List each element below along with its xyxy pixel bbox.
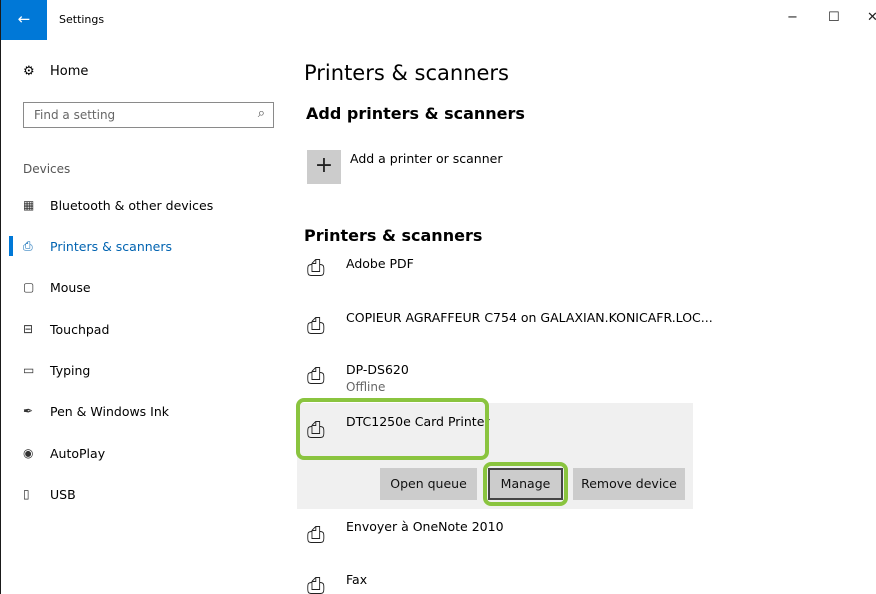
sidebar-item-autoplay[interactable]: ◉ AutoPlay bbox=[23, 443, 105, 463]
printer-icon: ⎙ bbox=[307, 364, 325, 389]
printer-icon: ⎙ bbox=[307, 314, 325, 339]
printer-item-adobe-pdf[interactable]: ⎙ Adobe PDF bbox=[307, 256, 697, 286]
printer-icon: ⎙ bbox=[307, 256, 325, 281]
add-printers-heading: Add printers & scanners bbox=[306, 104, 525, 123]
touchpad-icon: ⊟ bbox=[23, 322, 34, 336]
printer-name: DP-DS620 bbox=[346, 362, 409, 377]
sidebar-item-printers[interactable]: ⎙ Printers & scanners bbox=[23, 236, 172, 256]
autoplay-icon: ◉ bbox=[23, 446, 34, 460]
sidebar-item-usb[interactable]: ▯ USB bbox=[23, 484, 76, 504]
printers-list-heading: Printers & scanners bbox=[304, 226, 483, 245]
active-indicator bbox=[9, 236, 13, 256]
printer-item-onenote[interactable]: ⎙ Envoyer à OneNote 2010 bbox=[307, 519, 697, 549]
search-input[interactable]: Find a setting ⌕ bbox=[23, 102, 274, 128]
sidebar-item-mouse[interactable]: ▢ Mouse bbox=[23, 277, 91, 297]
sidebar-item-label: AutoPlay bbox=[50, 445, 106, 461]
keyboard-icon: ▭ bbox=[23, 363, 35, 377]
usb-icon: ▯ bbox=[23, 487, 30, 501]
settings-window: ← Settings − ☐ ✕ ⚙ Home Find a setting ⌕… bbox=[0, 0, 876, 594]
printer-icon: ⎙ bbox=[307, 574, 325, 594]
back-arrow-icon: ← bbox=[17, 10, 31, 28]
pen-icon: ✒ bbox=[23, 404, 34, 418]
printer-item-dp-ds620[interactable]: ⎙ DP-DS620 Offline bbox=[307, 362, 697, 396]
window-title: Settings bbox=[59, 13, 105, 26]
mouse-icon: ▢ bbox=[23, 280, 35, 294]
sidebar-home[interactable]: ⚙ Home bbox=[23, 64, 88, 79]
gear-icon: ⚙ bbox=[23, 64, 35, 79]
sidebar-item-label: Mouse bbox=[50, 279, 91, 295]
page-title: Printers & scanners bbox=[304, 61, 509, 85]
sidebar-item-label: Bluetooth & other devices bbox=[50, 197, 214, 213]
sidebar-item-pen[interactable]: ✒ Pen & Windows Ink bbox=[23, 401, 169, 421]
printer-name: Fax bbox=[346, 572, 368, 587]
printer-item-copieur[interactable]: ⎙ COPIEUR AGRAFFEUR C754 on GALAXIAN.KON… bbox=[307, 310, 713, 340]
sidebar-item-label: Printers & scanners bbox=[50, 238, 173, 254]
remove-device-button[interactable]: Remove device bbox=[573, 468, 685, 500]
open-queue-button[interactable]: Open queue bbox=[380, 468, 477, 500]
sidebar-item-label: Typing bbox=[50, 362, 91, 378]
sidebar-item-label: Touchpad bbox=[50, 321, 110, 337]
section-label-devices: Devices bbox=[23, 162, 71, 176]
home-label: Home bbox=[50, 64, 89, 79]
close-button[interactable]: ✕ bbox=[867, 10, 876, 25]
printer-status: Offline bbox=[346, 380, 386, 394]
manage-button-highlight bbox=[483, 462, 568, 506]
bluetooth-devices-icon: ▦ bbox=[23, 198, 35, 212]
add-printer-label[interactable]: Add a printer or scanner bbox=[350, 151, 502, 166]
back-button[interactable]: ← bbox=[1, 0, 47, 40]
search-placeholder: Find a setting bbox=[34, 108, 116, 122]
title-bar: ← Settings − ☐ ✕ bbox=[1, 0, 876, 46]
printer-icon: ⎙ bbox=[307, 523, 325, 548]
selected-printer-highlight bbox=[296, 398, 489, 460]
minimize-button[interactable]: − bbox=[787, 10, 798, 25]
main-content: Printers & scanners Add printers & scann… bbox=[291, 46, 876, 594]
sidebar-item-typing[interactable]: ▭ Typing bbox=[23, 360, 90, 380]
printer-name: Envoyer à OneNote 2010 bbox=[346, 519, 504, 534]
sidebar: ⚙ Home Find a setting ⌕ Devices ▦ Blueto… bbox=[1, 46, 291, 594]
printer-name: COPIEUR AGRAFFEUR C754 on GALAXIAN.KONIC… bbox=[346, 310, 713, 325]
printer-icon: ⎙ bbox=[23, 238, 33, 253]
sidebar-item-touchpad[interactable]: ⊟ Touchpad bbox=[23, 319, 109, 339]
sidebar-item-bluetooth[interactable]: ▦ Bluetooth & other devices bbox=[23, 195, 213, 215]
plus-icon: + bbox=[314, 153, 334, 178]
printer-item-fax[interactable]: ⎙ Fax bbox=[307, 572, 697, 594]
search-icon: ⌕ bbox=[257, 106, 265, 121]
maximize-button[interactable]: ☐ bbox=[828, 10, 840, 25]
add-printer-button[interactable]: + bbox=[307, 150, 341, 184]
printer-name: Adobe PDF bbox=[346, 256, 414, 271]
sidebar-item-label: Pen & Windows Ink bbox=[50, 403, 170, 419]
sidebar-item-label: USB bbox=[50, 486, 76, 502]
